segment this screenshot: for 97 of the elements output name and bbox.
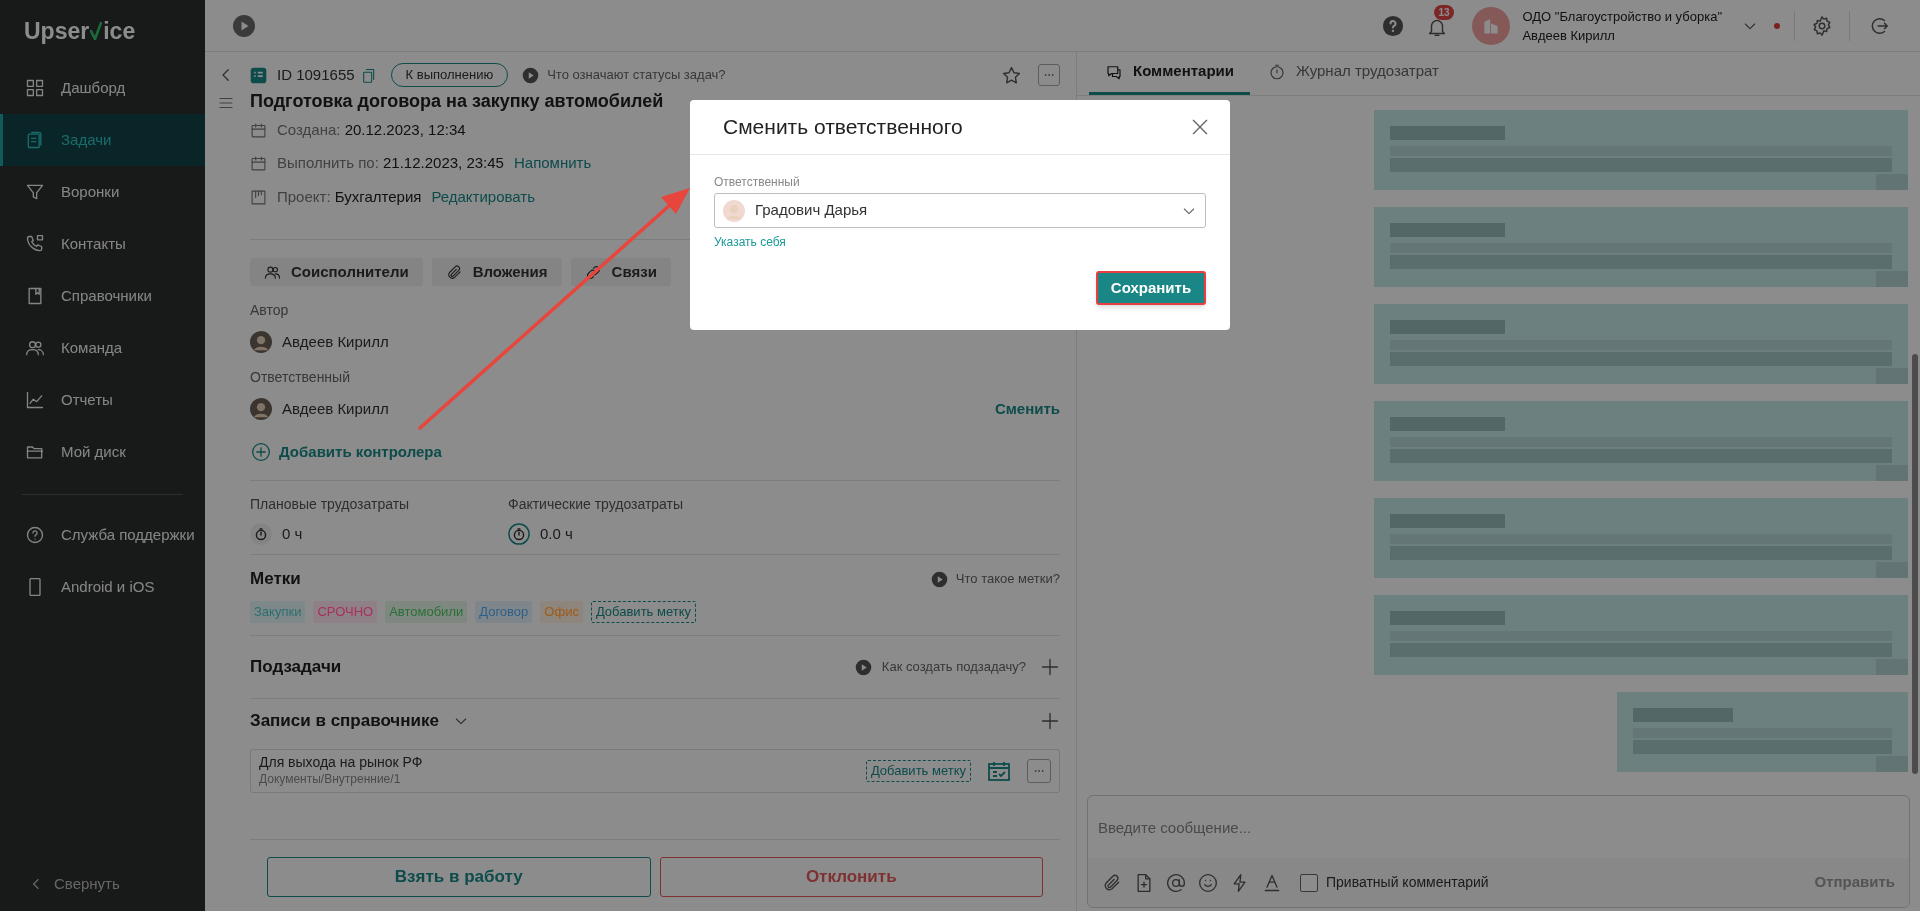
sidebar-item[interactable]: Команда — [0, 322, 205, 374]
clipboard-icon — [25, 130, 45, 150]
effort-value: 0 ч — [282, 523, 303, 544]
play-icon[interactable] — [930, 570, 948, 588]
panel-tab[interactable]: Журнал трудозатрат — [1252, 51, 1455, 95]
phone-icon — [25, 234, 45, 254]
change-link[interactable]: Сменить — [994, 397, 1060, 421]
person-name: Авдеев Кирилл — [282, 398, 389, 419]
add-tag-button[interactable]: Добавить метку — [590, 601, 696, 623]
plus-circle-icon — [251, 442, 271, 462]
sidebar-item[interactable]: Дашборд — [0, 62, 205, 114]
action-button[interactable]: Отклонить — [659, 857, 1043, 897]
section-title: Записи в справочнике — [250, 710, 439, 733]
task-icon — [250, 66, 267, 84]
section-button[interactable]: Вложения — [431, 258, 562, 286]
avatar — [250, 398, 272, 420]
sidebar-item[interactable]: Воронки — [0, 166, 205, 218]
self-link[interactable]: Указать себя — [714, 233, 786, 251]
plus-icon[interactable] — [1040, 711, 1060, 731]
link[interactable]: Редактировать — [431, 185, 535, 209]
stopwatch-icon — [250, 523, 272, 545]
grid-icon — [25, 78, 45, 98]
section-title: Подзадачи — [250, 656, 342, 679]
plus-icon[interactable] — [1040, 657, 1060, 677]
settings-icon[interactable] — [1811, 14, 1833, 37]
help-icon[interactable] — [1382, 14, 1405, 37]
record-card[interactable]: Для выхода на рынок РФ Документы/Внутренние/1 Добавить метку — [250, 749, 1060, 793]
date-text: Создана: 20.12.2023, 12:34 — [277, 119, 466, 140]
field-label: Ответственный — [250, 368, 351, 387]
board-icon — [250, 188, 267, 206]
play-icon[interactable] — [232, 13, 256, 38]
help-circle-icon — [25, 525, 45, 545]
sidebar-item[interactable]: Контакты — [0, 218, 205, 270]
field-label: Автор — [250, 301, 290, 320]
chart-icon — [25, 390, 45, 410]
text-color-icon[interactable] — [1262, 872, 1282, 893]
add-tag-button[interactable]: Добавить метку — [865, 760, 971, 782]
star-icon[interactable] — [1001, 64, 1022, 86]
sidebar-item[interactable]: Android и iOS — [0, 561, 205, 613]
tag[interactable]: Договор — [475, 601, 533, 623]
action-button[interactable]: Взять в работу — [267, 857, 651, 897]
notification-badge: 13 — [1434, 4, 1454, 20]
checkbox[interactable] — [1300, 873, 1318, 892]
stopwatch-icon — [1268, 62, 1286, 81]
at-icon[interactable] — [1166, 872, 1186, 893]
help-link[interactable]: Что такое метки? — [955, 569, 1060, 589]
organization-name: ОДО "Благоустройство и уборка" — [1522, 7, 1722, 26]
section-button[interactable]: Связи — [570, 258, 671, 286]
sidebar-item[interactable]: Служба поддержки — [0, 509, 205, 561]
message-input[interactable]: Введите сообщение... — [1088, 796, 1909, 858]
calendar-check-icon[interactable] — [987, 759, 1011, 783]
link-icon — [584, 263, 602, 281]
close-icon[interactable] — [1190, 117, 1210, 137]
sidebar-item[interactable]: Отчеты — [0, 374, 205, 426]
save-button[interactable]: Сохранить — [1096, 271, 1206, 305]
funnel-icon — [25, 182, 45, 202]
sidebar-item[interactable]: Мой диск — [0, 426, 205, 478]
record-path: Документы/Внутренние/1 — [259, 771, 402, 788]
panel-tab[interactable]: Комментарии — [1089, 51, 1250, 95]
section-title: Метки — [250, 568, 301, 591]
stopwatch-icon[interactable] — [508, 523, 530, 545]
person-name: Авдеев Кирилл — [282, 331, 389, 352]
calendar-icon — [250, 154, 267, 172]
help-link[interactable]: Что означают статусы задач? — [547, 65, 726, 85]
sidebar-item[interactable]: Справочники — [0, 270, 205, 322]
date-text: Выполнить по: 21.12.2023, 23:45 — [277, 152, 504, 173]
assignee-select[interactable]: Градович Дарья — [714, 193, 1206, 228]
help-link[interactable]: Как создать подзадачу? — [881, 657, 1026, 677]
sidebar-item[interactable]: Задачи — [0, 114, 205, 166]
people-icon — [25, 338, 45, 358]
smile-icon[interactable] — [1198, 872, 1218, 893]
user-name: Авдеев Кирилл — [1522, 26, 1616, 45]
scrollbar[interactable] — [1912, 354, 1918, 774]
checkbox-label: Приватный комментарий — [1326, 873, 1489, 892]
paperclip-icon[interactable] — [1102, 872, 1122, 893]
effort-value: 0.0 ч — [540, 523, 573, 544]
date-text: Проект: Бухгалтерия — [277, 186, 422, 207]
section-button[interactable]: Соисполнители — [250, 258, 423, 286]
dialog-title: Сменить ответственного — [723, 114, 963, 141]
play-icon[interactable] — [522, 66, 540, 84]
paperclip-icon — [445, 263, 463, 281]
task-id: ID 1091655 — [277, 64, 355, 85]
play-icon[interactable] — [854, 658, 872, 676]
copy-icon[interactable] — [360, 66, 377, 84]
avatar — [723, 199, 745, 222]
add-controller-button[interactable]: Добавить контролера — [250, 437, 442, 467]
logo: Upser ice — [24, 16, 136, 46]
chevron-left-icon — [32, 878, 40, 890]
task-title: Подготовка договора на закупку автомобилей — [250, 89, 665, 113]
effort-label: Плановые трудозатраты — [250, 495, 411, 514]
collapse-button[interactable]: Свернуть — [0, 861, 205, 907]
link[interactable]: Напомнить — [513, 151, 592, 175]
calendar-icon — [250, 121, 267, 139]
avatar — [250, 331, 272, 353]
record-title: Для выхода на рынок РФ — [259, 754, 423, 771]
effort-label: Фактические трудозатраты — [508, 495, 685, 514]
field-label: Ответственный — [714, 175, 801, 189]
